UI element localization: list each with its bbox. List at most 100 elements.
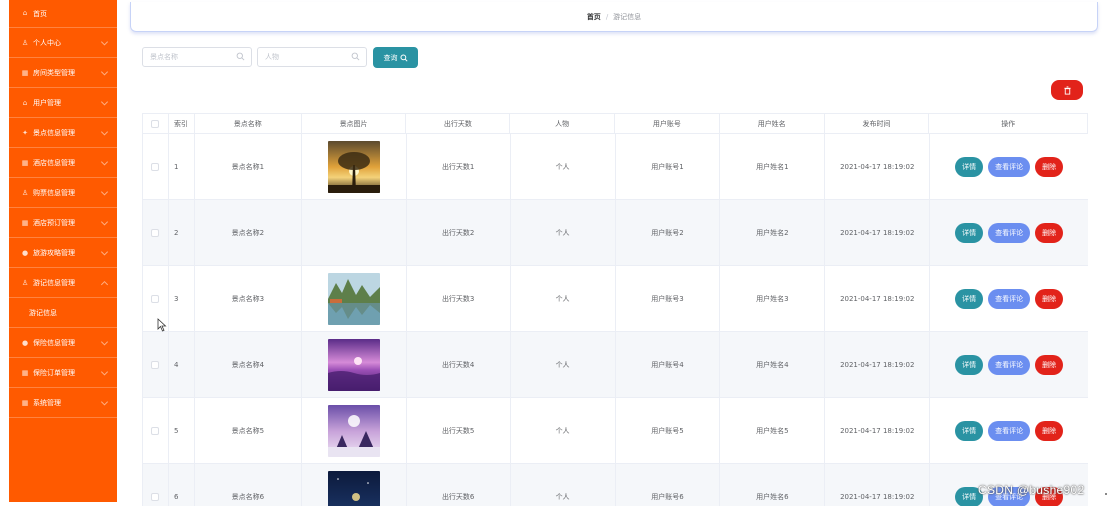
sidebar-item-label: 酒店预订管理 bbox=[33, 218, 75, 227]
sidebar-item-insurance[interactable]: ● 保险信息管理 bbox=[9, 328, 117, 358]
detail-button[interactable]: 详情 bbox=[955, 288, 984, 309]
sidebar-item-personal-center[interactable]: ♙ 个人中心 bbox=[9, 28, 117, 58]
breadcrumb-home[interactable]: 首页 bbox=[587, 12, 601, 22]
view-comments-button[interactable]: 查看评论 bbox=[988, 222, 1031, 243]
travel-notes-table: 索引 景点名称 景点图片 出行天数 人物 用户账号 用户姓名 发布时间 操作 1… bbox=[142, 113, 1088, 506]
row-person: 个人 bbox=[511, 200, 616, 265]
sidebar-item-tickets[interactable]: ♙ 购票信息管理 bbox=[9, 178, 117, 208]
sidebar-item-hotels[interactable]: ▦ 酒店信息管理 bbox=[9, 148, 117, 178]
view-comments-button[interactable]: 查看评论 bbox=[988, 354, 1031, 375]
sidebar-item-guides[interactable]: ● 旅游攻略管理 bbox=[9, 238, 117, 268]
header-ops: 操作 bbox=[1001, 119, 1016, 128]
sidebar-subitem-travel-notes[interactable]: 游记信息 bbox=[9, 298, 117, 328]
batch-delete-button[interactable] bbox=[1051, 80, 1083, 100]
row-checkbox[interactable] bbox=[151, 426, 160, 435]
row-index: 5 bbox=[169, 398, 195, 463]
home-icon: ⌂ bbox=[22, 9, 28, 17]
breadcrumb: 首页 / 游记信息 bbox=[130, 2, 1098, 32]
sidebar: ⌂ 首页 ♙ 个人中心 ▦ 房间类型管理 ⌂ 用户管理 ✦ 景点信息管理 ▦ 酒… bbox=[9, 0, 117, 502]
trash-icon bbox=[1063, 85, 1071, 95]
row-checkbox-cell bbox=[143, 332, 169, 397]
delete-button[interactable]: 删除 bbox=[1035, 288, 1064, 309]
select-all-checkbox[interactable] bbox=[151, 119, 160, 128]
row-person: 个人 bbox=[511, 134, 616, 199]
row-index: 3 bbox=[169, 266, 195, 331]
delete-button[interactable]: 删除 bbox=[1035, 354, 1064, 375]
row-operations: 详情 查看评论 删除 bbox=[930, 332, 1088, 397]
table-row: 3 景点名称3 出行天数3 个人 用户账号3 用户姓名3 2021-04-17 18:19:… bbox=[142, 266, 1088, 332]
row-checkbox[interactable] bbox=[151, 228, 160, 237]
sidebar-item-label: 游记信息 bbox=[29, 308, 57, 317]
attraction-thumbnail bbox=[327, 404, 380, 457]
header-index: 索引 bbox=[169, 114, 195, 133]
row-days: 出行天数4 bbox=[407, 332, 511, 397]
detail-button[interactable]: 详情 bbox=[955, 420, 984, 441]
view-comments-button[interactable]: 查看评论 bbox=[988, 156, 1031, 177]
sidebar-item-hotel-bookings[interactable]: ▦ 酒店预订管理 bbox=[9, 208, 117, 238]
detail-button[interactable]: 详情 bbox=[955, 156, 984, 177]
row-time: 2021-04-17 18:19:02 bbox=[825, 266, 931, 331]
sidebar-item-label: 购票信息管理 bbox=[33, 188, 75, 197]
row-checkbox-cell bbox=[143, 398, 169, 463]
user-icon: ♙ bbox=[21, 38, 29, 47]
row-picture bbox=[302, 332, 407, 397]
delete-button[interactable]: 删除 bbox=[1035, 222, 1064, 243]
query-button[interactable]: 查询 bbox=[373, 47, 418, 68]
table-row: 4 景点名称4 出行天数4 个人 用户账号4 用户姓名4 2021-04-17 18:19:… bbox=[142, 332, 1088, 398]
row-username: 用户姓名2 bbox=[720, 200, 826, 265]
view-comments-button[interactable]: 查看评论 bbox=[988, 420, 1031, 441]
row-name: 景点名称3 bbox=[195, 266, 302, 331]
row-checkbox[interactable] bbox=[151, 492, 160, 501]
header-picture: 景点图片 bbox=[302, 114, 407, 133]
row-account: 用户账号6 bbox=[616, 464, 721, 506]
sidebar-item-travel-notes[interactable]: ♙ 游记信息管理 bbox=[9, 268, 117, 298]
row-time: 2021-04-17 18:19:02 bbox=[825, 398, 931, 463]
row-checkbox-cell bbox=[143, 464, 169, 506]
sidebar-item-label: 保险信息管理 bbox=[33, 338, 75, 347]
row-checkbox[interactable] bbox=[151, 360, 160, 369]
chevron-down-icon bbox=[100, 397, 109, 406]
detail-button[interactable]: 详情 bbox=[955, 222, 984, 243]
sidebar-item-users[interactable]: ⌂ 用户管理 bbox=[9, 88, 117, 118]
row-person: 个人 bbox=[511, 332, 616, 397]
chevron-down-icon bbox=[100, 157, 109, 166]
row-checkbox[interactable] bbox=[151, 294, 160, 303]
detail-button[interactable]: 详情 bbox=[955, 354, 984, 375]
header-checkbox-cell bbox=[143, 114, 169, 133]
grid-icon: ▦ bbox=[21, 158, 29, 167]
row-operations: 详情 查看评论 删除 bbox=[930, 200, 1088, 265]
row-picture bbox=[302, 266, 407, 331]
row-index: 2 bbox=[169, 200, 195, 265]
delete-button[interactable]: 删除 bbox=[1035, 420, 1064, 441]
row-username: 用户姓名6 bbox=[720, 464, 826, 506]
row-account: 用户账号2 bbox=[616, 200, 721, 265]
header-account: 用户账号 bbox=[615, 114, 720, 133]
sidebar-item-room-types[interactable]: ▦ 房间类型管理 bbox=[9, 58, 117, 88]
chevron-down-icon bbox=[100, 127, 109, 136]
sidebar-item-system[interactable]: ▦ 系统管理 bbox=[9, 388, 117, 418]
row-name: 景点名称1 bbox=[195, 134, 302, 199]
row-days: 出行天数5 bbox=[407, 398, 511, 463]
row-picture bbox=[302, 134, 407, 199]
chevron-down-icon bbox=[100, 217, 109, 226]
name-search-input[interactable]: 景点名称 bbox=[142, 47, 252, 67]
table-header: 索引 景点名称 景点图片 出行天数 人物 用户账号 用户姓名 发布时间 操作 bbox=[142, 113, 1088, 134]
sidebar-item-home[interactable]: ⌂ 首页 bbox=[9, 0, 117, 28]
sidebar-item-label: 个人中心 bbox=[33, 38, 61, 47]
row-checkbox[interactable] bbox=[151, 162, 160, 171]
sidebar-item-insurance-orders[interactable]: ▦ 保险订单管理 bbox=[9, 358, 117, 388]
chevron-down-icon bbox=[100, 187, 109, 196]
sidebar-item-attractions[interactable]: ✦ 景点信息管理 bbox=[9, 118, 117, 148]
delete-button[interactable]: 删除 bbox=[1035, 156, 1064, 177]
search-icon bbox=[351, 52, 360, 61]
star-icon: ✦ bbox=[22, 128, 28, 137]
person-search-input[interactable]: 人物 bbox=[257, 47, 367, 67]
row-person: 个人 bbox=[511, 266, 616, 331]
row-index: 6 bbox=[169, 464, 195, 506]
view-comments-button[interactable]: 查看评论 bbox=[988, 288, 1031, 309]
sidebar-item-label: 景点信息管理 bbox=[33, 128, 75, 137]
row-time: 2021-04-17 18:19:02 bbox=[825, 134, 931, 199]
search-icon bbox=[399, 53, 408, 62]
table-body: 1 景点名称1 出行天数1 个人 用户账号1 用户姓名1 2021-04-17 18:19:… bbox=[142, 134, 1088, 506]
row-time: 2021-04-17 18:19:02 bbox=[825, 332, 931, 397]
